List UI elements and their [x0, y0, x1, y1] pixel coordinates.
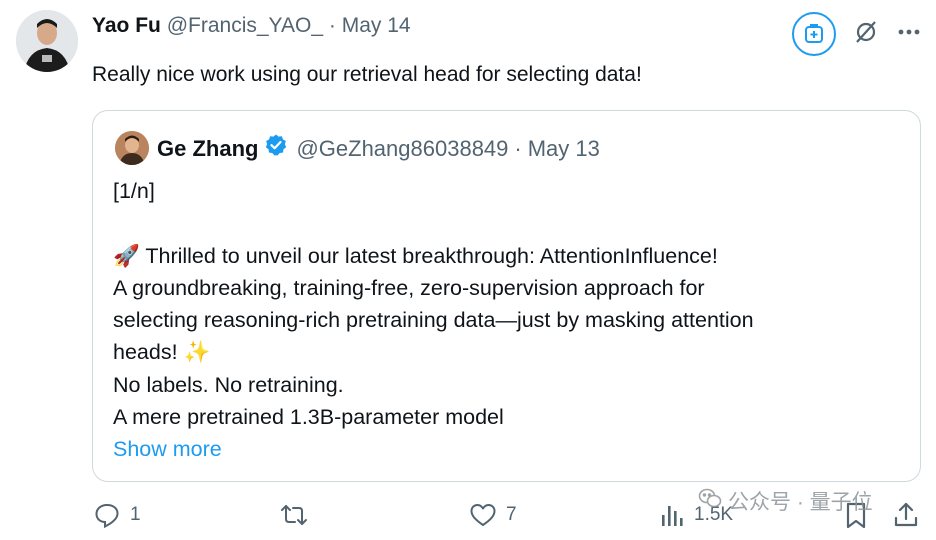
top-actions — [792, 12, 922, 56]
heart-icon — [468, 500, 498, 530]
quote-line: No labels. No retraining. — [113, 372, 344, 397]
quote-date[interactable]: May 13 — [528, 134, 600, 164]
watermark-text: 公众号 · 量子位 — [728, 491, 873, 514]
quote-author-avatar[interactable] — [115, 131, 149, 165]
quote-line: A groundbreaking, training-free, zero-su… — [113, 275, 705, 300]
quote-line: heads! ✨ — [113, 340, 211, 365]
like-button[interactable]: 7 — [468, 500, 517, 530]
quote-line: [1/n] — [113, 179, 155, 203]
quote-body: [1/n] 🚀 Thrilled to unveil our latest br… — [113, 175, 913, 466]
quote-author-name[interactable]: Ge Zhang — [157, 134, 258, 164]
grok-icon[interactable] — [792, 12, 836, 56]
author-name[interactable]: Yao Fu — [92, 14, 161, 37]
author-avatar[interactable] — [16, 10, 78, 72]
repost-button[interactable] — [278, 500, 318, 530]
quote-line-blank — [113, 207, 913, 239]
quote-line: 🚀 Thrilled to unveil our latest breakthr… — [113, 243, 718, 268]
quote-header: Ge Zhang @GeZhang86038849 · May 13 — [157, 133, 600, 165]
reply-icon — [92, 500, 122, 530]
like-count: 7 — [506, 504, 517, 525]
watermark: 公众号 · 量子位 — [698, 486, 873, 516]
verified-badge-icon — [264, 133, 288, 165]
tweet-text: Really nice work using our retrieval hea… — [92, 63, 642, 86]
wechat-icon — [698, 487, 722, 515]
quote-header-separator: · — [514, 136, 522, 161]
quote-author-handle[interactable]: @GeZhang86038849 — [296, 134, 508, 164]
quote-line: selecting reasoning-rich pretraining dat… — [113, 308, 754, 333]
author-handle[interactable]: @Francis_YAO_ — [167, 14, 323, 37]
tweet-header: Yao Fu @Francis_YAO_ · May 14 — [92, 12, 411, 40]
reply-count: 1 — [130, 504, 141, 525]
share-icon — [892, 500, 920, 530]
show-more-link[interactable]: Show more — [113, 433, 913, 465]
quoted-tweet[interactable]: Ge Zhang @GeZhang86038849 · May 13 [1/n]… — [92, 110, 921, 482]
quote-line: A mere pretrained 1.3B-parameter model — [113, 405, 504, 430]
analytics-icon — [658, 500, 686, 530]
more-icon[interactable] — [896, 19, 922, 50]
repost-icon — [278, 500, 310, 530]
reply-button[interactable]: 1 — [92, 500, 141, 530]
header-separator: · — [328, 14, 336, 37]
tweet-date[interactable]: May 14 — [342, 14, 411, 37]
no-show-icon[interactable] — [852, 18, 880, 51]
share-button[interactable] — [892, 500, 920, 530]
